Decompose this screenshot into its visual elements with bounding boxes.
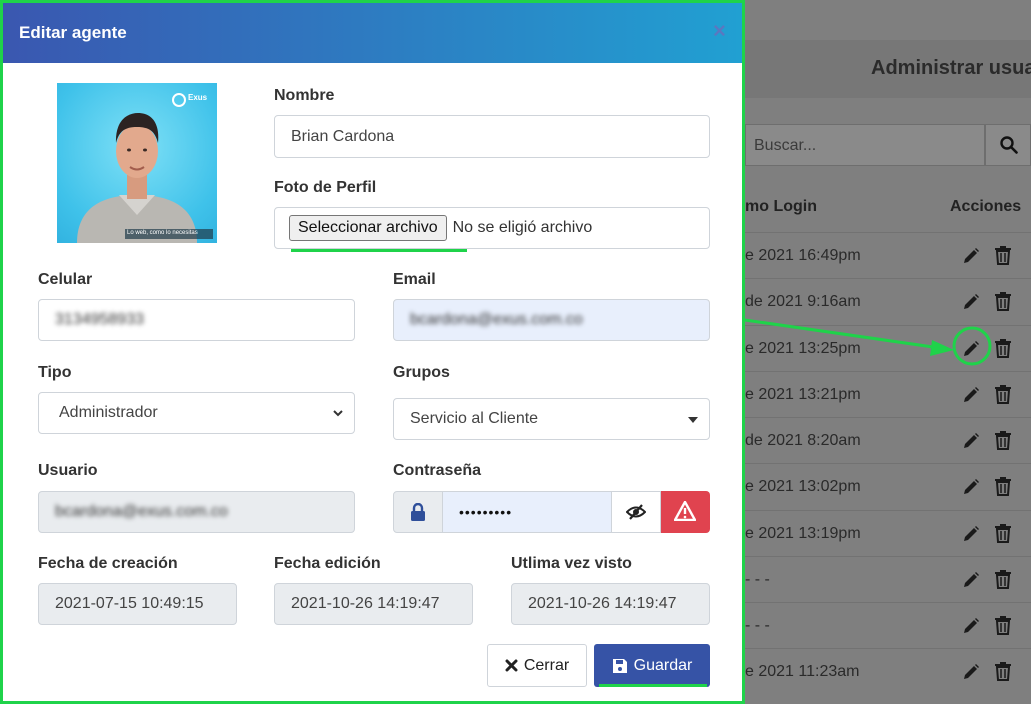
annotation-overlay bbox=[744, 318, 992, 366]
annotation-circle bbox=[952, 326, 992, 366]
annotation-arrow-line bbox=[744, 318, 941, 350]
annotation-arrow-head bbox=[930, 340, 954, 356]
